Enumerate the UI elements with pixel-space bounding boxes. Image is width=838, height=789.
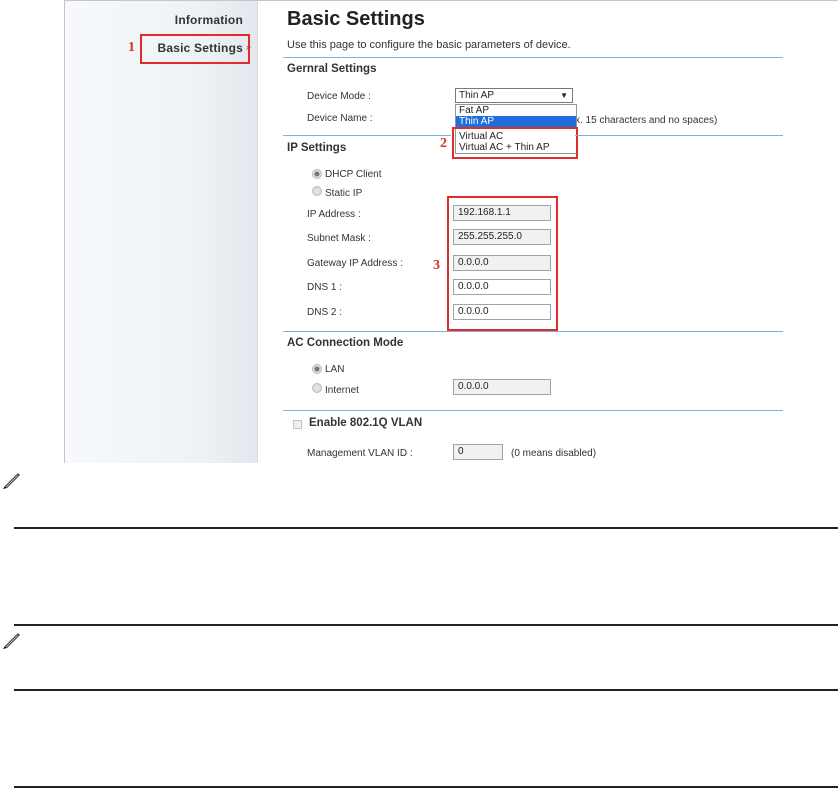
internet-label: Internet [325,385,359,396]
sidebar-item-information[interactable]: Information [175,13,243,27]
section-divider [575,135,783,136]
ip-settings-title: IP Settings [287,142,347,154]
dhcp-client-radio[interactable] [312,169,322,179]
section-divider [283,410,783,411]
note-pencil-icon [2,472,22,495]
mgmt-vlan-label: Management VLAN ID : [307,448,413,459]
device-mode-value: Thin AP [459,90,495,101]
dns2-label: DNS 2 : [307,307,343,318]
internet-radio[interactable] [312,383,322,393]
static-ip-label: Static IP [325,188,363,199]
device-mode-label: Device Mode : [307,91,371,102]
note-divider [14,527,838,529]
option-fat-ap[interactable]: Fat AP [456,105,576,116]
section-divider [283,331,783,332]
dhcp-client-label: DHCP Client [325,169,382,180]
note-divider [14,689,838,691]
device-mode-select[interactable]: Thin AP ▼ [455,88,573,103]
static-ip-radio[interactable] [312,186,322,196]
mgmt-vlan-input[interactable]: 0 [453,444,503,460]
section-divider [283,57,783,58]
gateway-label: Gateway IP Address : [307,258,403,269]
lan-radio[interactable] [312,364,322,374]
callout-box-1 [140,34,250,64]
mgmt-vlan-hint: (0 means disabled) [511,448,597,459]
option-thin-ap[interactable]: Thin AP [456,116,576,127]
page-title: Basic Settings [287,8,425,30]
dropdown-arrow-icon: ▼ [560,91,568,100]
ac-connection-title: AC Connection Mode [287,337,404,349]
dns1-label: DNS 1 : [307,282,343,293]
vlan-title: Enable 802.1Q VLAN [309,417,423,429]
section-divider [283,135,451,136]
callout-number-1: 1 [128,40,135,55]
lan-label: LAN [325,364,345,375]
internet-address-input[interactable]: 0.0.0.0 [453,379,551,395]
callout-box-2 [452,127,578,159]
ip-address-label: IP Address : [307,209,361,220]
note-divider [14,624,838,626]
device-name-hint: x. 15 characters and no spaces) [575,115,718,126]
callout-box-3 [447,196,558,331]
screenshot-frame: Information Basic Settings » 1 Basic Set… [64,0,838,463]
subnet-mask-label: Subnet Mask : [307,233,371,244]
note-divider [14,786,838,788]
general-settings-title: Gernral Settings [287,63,377,75]
callout-number-3: 3 [433,258,440,273]
note-pencil-icon [2,632,22,655]
enable-vlan-checkbox[interactable] [293,420,302,429]
callout-number-2: 2 [440,136,447,151]
sidebar: Information Basic Settings [65,1,258,463]
page-description: Use this page to configure the basic par… [287,39,571,51]
device-name-label: Device Name : [307,113,373,124]
